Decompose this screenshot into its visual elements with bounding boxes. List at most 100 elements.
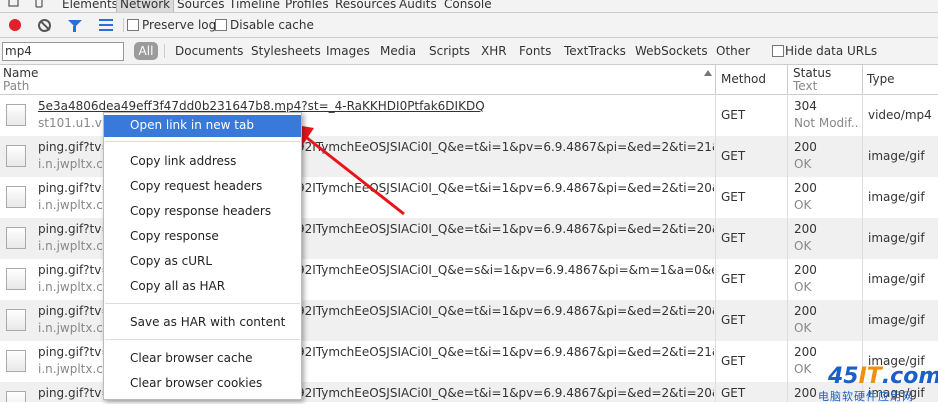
column-divider [715,94,716,402]
filter-icon[interactable] [68,20,82,32]
request-method: GET [721,149,746,163]
menu-item-copy-request-headers[interactable]: Copy request headers [104,176,301,198]
filter-media[interactable]: Media [380,44,416,58]
disable-cache-label[interactable]: Disable cache [230,18,314,32]
file-icon [6,350,26,372]
menu-item-open-link-new-tab[interactable]: Open link in new tab [104,115,301,137]
filter-websockets[interactable]: WebSockets [635,44,708,58]
clear-icon[interactable] [38,19,51,32]
request-name[interactable]: 5e3a4806dea49eff3f47dd0b231647b8.mp4?st=… [38,99,714,113]
menu-item-copy-as-curl[interactable]: Copy as cURL [104,251,301,273]
preserve-log-label[interactable]: Preserve log [142,18,216,32]
request-status: 304 [794,99,817,113]
request-status: 200 [794,345,817,359]
hide-data-urls-label[interactable]: Hide data URLs [785,44,877,58]
filter-fonts[interactable]: Fonts [519,44,551,58]
menu-item-clear-browser-cookies[interactable]: Clear browser cookies [104,373,301,395]
filter-texttracks[interactable]: TextTracks [564,44,626,58]
sort-ascending-icon [704,70,712,76]
menu-item-copy-link-address[interactable]: Copy link address [104,151,301,173]
watermark-logo: 45IT.com [828,364,938,389]
request-method: GET [721,386,746,400]
menu-divider [105,141,300,142]
inspect-element-icon[interactable] [8,0,20,8]
tab-audits[interactable]: Audits [399,0,437,11]
request-status-text: OK [794,198,812,212]
text-header-label: Text [793,79,818,93]
request-type: image/gif [868,272,925,286]
request-method: GET [721,231,746,245]
filter-all-button[interactable]: All [134,42,158,60]
file-icon [6,104,26,126]
menu-item-save-as-har[interactable]: Save as HAR with content [104,312,301,334]
devtools-panel-tabbar: Elements Network Sources Timeline Profil… [0,0,938,13]
column-divider [787,94,788,402]
request-name-tail: 92ITymchEeOSJSIACi0I_Q&e=t&i=1&pv=6.9.48… [297,304,714,318]
tab-profiles[interactable]: Profiles [285,0,329,11]
request-method: GET [721,272,746,286]
file-icon [6,268,26,290]
large-rows-icon[interactable] [99,19,113,31]
column-header-status[interactable]: Status Text [788,65,863,94]
filter-input[interactable]: mp4 [2,42,124,61]
menu-item-copy-all-as-har[interactable]: Copy all as HAR [104,276,301,298]
record-button[interactable] [9,19,21,31]
filter-documents[interactable]: Documents [175,44,243,58]
request-status: 200 [794,222,817,236]
type-header-label: Type [867,72,895,86]
tab-network[interactable]: Network [116,0,175,12]
tab-timeline[interactable]: Timeline [229,0,280,11]
tab-elements[interactable]: Elements [62,0,118,11]
watermark: 45IT.com 电脑软硬件应用网 [818,364,938,403]
request-name-tail: 92ITymchEeOSJSIACi0I_Q&e=s&i=1&pv=6.9.48… [297,263,714,277]
request-status: 200 [794,181,817,195]
name-header-label: Name [3,66,39,80]
request-table-header: Name Path Method Status Text Type [0,65,938,95]
column-header-method[interactable]: Method [716,65,788,94]
request-status: 200 [794,263,817,277]
hide-data-urls-checkbox[interactable] [772,45,784,57]
column-header-type[interactable]: Type [863,65,938,94]
context-menu: Open link in new tab Copy link address C… [103,112,302,400]
request-method: GET [721,190,746,204]
request-type: image/gif [868,190,925,204]
request-method: GET [721,108,746,122]
disable-cache-checkbox[interactable] [215,19,227,31]
column-header-name[interactable]: Name Path [0,65,716,94]
filter-other[interactable]: Other [716,44,750,58]
method-header-label: Method [721,72,767,86]
menu-divider [105,303,300,304]
request-type: image/gif [868,313,925,327]
request-method: GET [721,313,746,327]
request-name-tail: 92ITymchEeOSJSIACi0I_Q&e=t&i=1&pv=6.9.48… [297,386,714,400]
preserve-log-checkbox[interactable] [127,19,139,31]
request-status: 200 [794,304,817,318]
request-status-text: Not Modif... [794,116,860,130]
request-method: GET [721,354,746,368]
filter-xhr[interactable]: XHR [481,44,507,58]
file-icon [6,186,26,208]
filter-scripts[interactable]: Scripts [429,44,470,58]
filter-images[interactable]: Images [326,44,370,58]
tab-resources[interactable]: Resources [335,0,396,11]
request-type: image/gif [868,231,925,245]
menu-item-clear-browser-cache[interactable]: Clear browser cache [104,348,301,370]
menu-item-copy-response[interactable]: Copy response [104,226,301,248]
status-header-label: Status [793,66,832,80]
path-header-label: Path [3,79,30,93]
device-mode-icon[interactable] [33,0,45,8]
filter-stylesheets[interactable]: Stylesheets [251,44,321,58]
request-status-text: OK [794,321,812,335]
network-toolbar: Preserve log Disable cache [0,13,938,38]
tab-console[interactable]: Console [444,0,492,11]
request-status-text: OK [794,239,812,253]
file-icon [6,391,26,402]
menu-item-copy-response-headers[interactable]: Copy response headers [104,201,301,223]
request-type: video/mp4 [868,108,932,122]
request-status: 200 [794,140,817,154]
filter-divider [164,44,165,58]
file-icon [6,309,26,331]
request-name-tail: 92ITymchEeOSJSIACi0I_Q&e=t&i=1&pv=6.9.48… [297,222,714,236]
tab-sources[interactable]: Sources [177,0,224,11]
menu-divider [105,339,300,340]
